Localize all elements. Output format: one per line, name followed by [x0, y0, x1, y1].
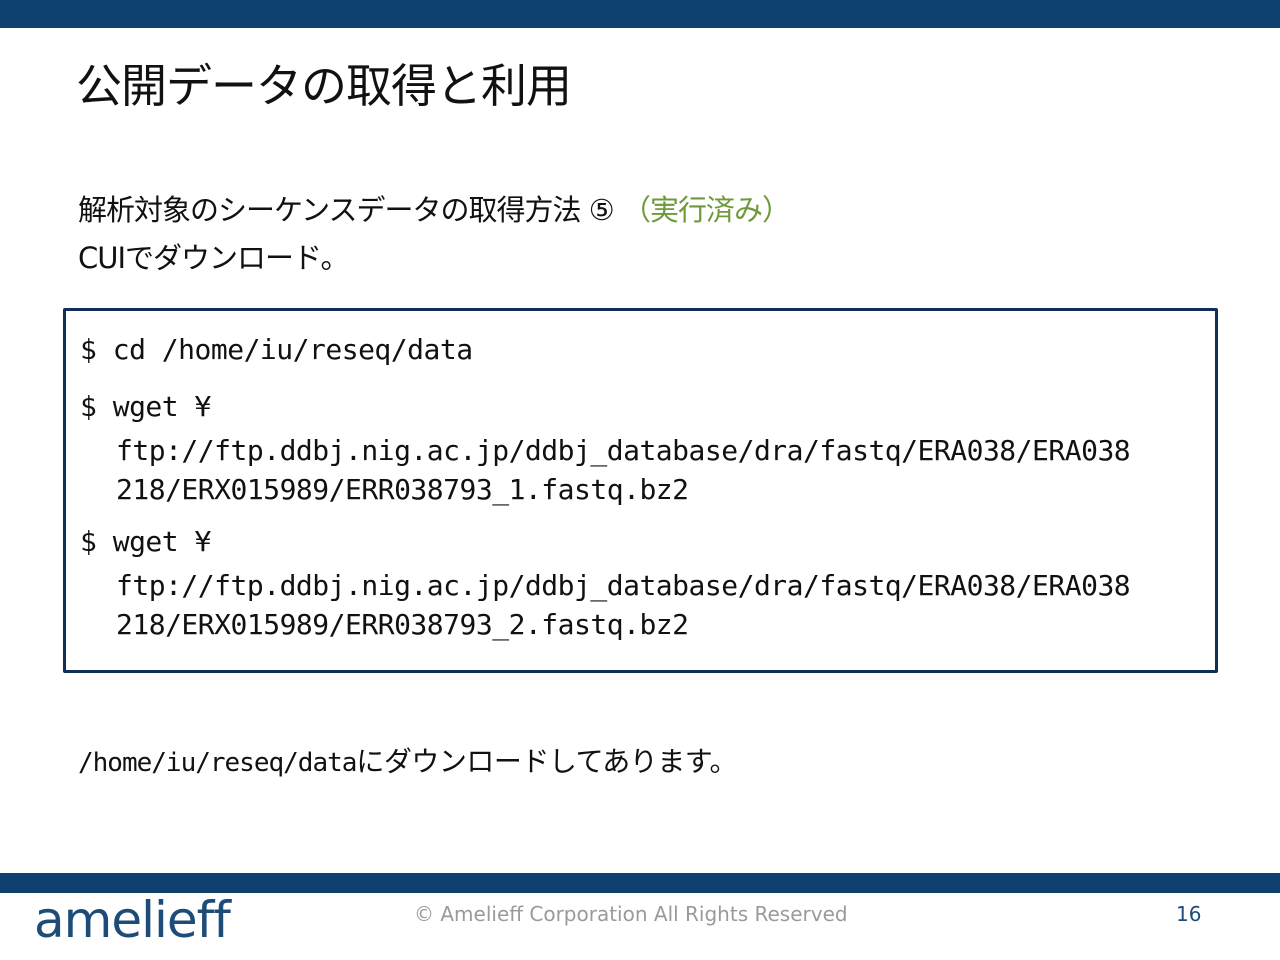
- subtitle-note: （実行済み）: [622, 193, 791, 227]
- slide-title: 公開データの取得と利用: [76, 59, 572, 113]
- code-line-url-1b: 218/ERX015989/ERR038793_1.fastq.bz2: [116, 473, 689, 506]
- subtitle-line-1: 解析対象のシーケンスデータの取得方法 ⑤ （実行済み）: [78, 190, 791, 230]
- amelieff-logo: amelieff: [34, 891, 231, 949]
- code-line-url-2b: 218/ERX015989/ERR038793_2.fastq.bz2: [116, 608, 689, 641]
- code-line-url-2a: ftp://ftp.ddbj.nig.ac.jp/ddbj_database/d…: [116, 569, 1131, 602]
- page-number: 16: [1176, 902, 1202, 926]
- download-note-text: にダウンロードしてあります。: [356, 745, 737, 778]
- code-line-cd: $ cd /home/iu/reseq/data: [80, 333, 473, 366]
- code-line-url-1a: ftp://ftp.ddbj.nig.ac.jp/ddbj_database/d…: [116, 434, 1131, 467]
- subtitle-line-2: CUIでダウンロード。: [78, 241, 349, 275]
- download-location-note: /home/iu/reseq/dataにダウンロードしてあります。: [78, 742, 737, 783]
- code-block: $ cd /home/iu/reseq/data $ wget ¥ ftp://…: [63, 308, 1218, 673]
- download-path: /home/iu/reseq/data: [78, 748, 357, 778]
- code-line-wget-1: $ wget ¥: [80, 390, 211, 423]
- top-banner-bar: [0, 0, 1280, 28]
- code-line-wget-2: $ wget ¥: [80, 525, 211, 558]
- subtitle-main-text: 解析対象のシーケンスデータの取得方法 ⑤: [78, 193, 622, 227]
- copyright-text: © Amelieff Corporation All Rights Reserv…: [414, 902, 848, 926]
